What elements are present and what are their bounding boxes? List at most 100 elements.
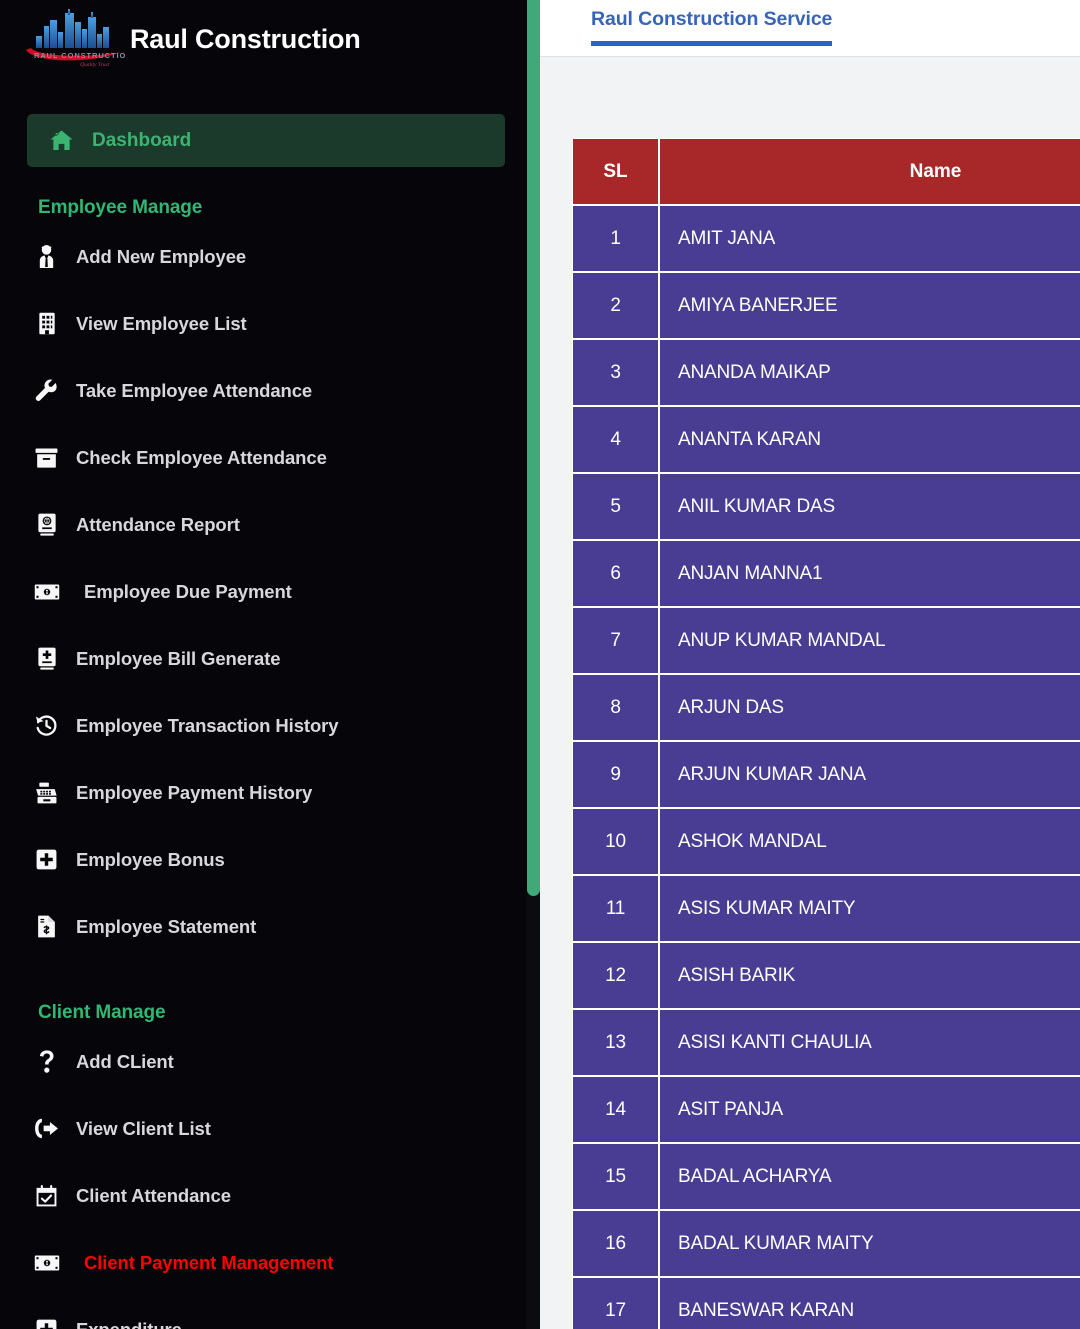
sidebar-item-employee-bill-generate[interactable]: Employee Bill Generate [0,625,527,692]
tab-bar: Raul Construction Service [540,0,1080,57]
sidebar-item-label: Employee Transaction History [76,715,338,737]
cell-sl: 4 [572,406,659,473]
app-root: RAUL CONSTRUCTION Quality Trust Raul Con… [0,0,1080,1329]
sidebar-nav: Dashboard Employee Manage Add New Employ… [0,114,527,1329]
building-icon [33,312,60,335]
cell-sl: 5 [572,473,659,540]
sidebar-item-view-employee-list[interactable]: View Employee List [0,290,527,357]
book-medical-icon [33,647,60,670]
tab-active-underline [591,41,832,46]
sidebar-item-check-employee-attendance[interactable]: Check Employee Attendance [0,424,527,491]
table-row[interactable]: 16BADAL KUMAR MAITY [572,1210,1080,1277]
user-tie-icon [33,245,60,268]
cell-sl: 11 [572,875,659,942]
sidebar-item-employee-statement[interactable]: Employee Statement [0,893,527,960]
table-head: SL Name [572,138,1080,205]
sidebar-item-attendance-report[interactable]: Attendance Report [0,491,527,558]
cell-name: ASIT PANJA [659,1076,1080,1143]
sidebar-scrollbar-thumb[interactable] [527,0,540,896]
cell-name: BADAL KUMAR MAITY [659,1210,1080,1277]
sidebar-item-expenditure[interactable]: Expenditure [0,1296,527,1329]
table-row[interactable]: 11ASIS KUMAR MAITY [572,875,1080,942]
sidebar-item-add-new-employee[interactable]: Add New Employee [0,223,527,290]
sidebar-item-label: Client Payment Management [84,1252,333,1274]
table-row[interactable]: 5ANIL KUMAR DAS [572,473,1080,540]
sidebar-item-view-client-list[interactable]: View Client List [0,1095,527,1162]
cell-name: ASISI KANTI CHAULIA [659,1009,1080,1076]
cell-sl: 17 [572,1277,659,1329]
sidebar-item-label: View Employee List [76,313,247,335]
money-bill-icon [33,584,60,600]
raul-construction-logo-icon: RAUL CONSTRUCTION Quality Trust [22,8,126,70]
sidebar-item-label: Take Employee Attendance [76,380,312,402]
svg-text:RAUL CONSTRUCTION: RAUL CONSTRUCTION [34,51,126,60]
cell-name: AMIYA BANERJEE [659,272,1080,339]
cell-name: ANANDA MAIKAP [659,339,1080,406]
clock-rotate-left-icon [33,714,60,737]
sidebar-item-label: Add New Employee [76,246,246,268]
tab-raul-construction-service[interactable]: Raul Construction Service [591,0,832,46]
sidebar-item-label: Check Employee Attendance [76,447,327,469]
cell-sl: 8 [572,674,659,741]
sidebar-item-label: Add CLient [76,1051,174,1073]
table-body: 1AMIT JANA2AMIYA BANERJEE3ANANDA MAIKAP4… [572,205,1080,1329]
question-mark-icon [33,1050,60,1073]
sidebar-item-label: Expenditure [76,1319,182,1329]
wrench-icon [33,379,60,402]
brand-header: RAUL CONSTRUCTION Quality Trust Raul Con… [0,0,527,72]
table-row[interactable]: 12ASISH BARIK [572,942,1080,1009]
table-row[interactable]: 9ARJUN KUMAR JANA [572,741,1080,808]
table-row[interactable]: 6ANJAN MANNA1 [572,540,1080,607]
table-row[interactable]: 3ANANDA MAIKAP [572,339,1080,406]
sidebar-item-take-employee-attendance[interactable]: Take Employee Attendance [0,357,527,424]
money-bill-icon [33,1255,60,1271]
table-row[interactable]: 1AMIT JANA [572,205,1080,272]
sidebar-item-label: Attendance Report [76,514,240,536]
content-area: SL Name 1AMIT JANA2AMIYA BANERJEE3ANANDA… [540,57,1080,1329]
table-row[interactable]: 4ANANTA KARAN [572,406,1080,473]
svg-text:Quality Trust: Quality Trust [80,62,110,68]
sidebar-item-employee-bonus[interactable]: Employee Bonus [0,826,527,893]
cell-name: ANIL KUMAR DAS [659,473,1080,540]
sidebar-item-label: Employee Statement [76,916,256,938]
sidebar-item-employee-transaction-history[interactable]: Employee Transaction History [0,692,527,759]
cell-sl: 9 [572,741,659,808]
table-row[interactable]: 8ARJUN DAS [572,674,1080,741]
cell-sl: 16 [572,1210,659,1277]
table-row[interactable]: 15BADAL ACHARYA [572,1143,1080,1210]
table-row[interactable]: 10ASHOK MANDAL [572,808,1080,875]
table-row[interactable]: 2AMIYA BANERJEE [572,272,1080,339]
cell-name: ASISH BARIK [659,942,1080,1009]
tab-label: Raul Construction Service [591,8,832,31]
sidebar-item-employee-payment-history[interactable]: Employee Payment History [0,759,527,826]
plus-square-icon [33,849,60,870]
cell-name: BANESWAR KARAN [659,1277,1080,1329]
cell-name: ASHOK MANDAL [659,808,1080,875]
sidebar-item-label: Employee Payment History [76,782,312,804]
table-row[interactable]: 7ANUP KUMAR MANDAL [572,607,1080,674]
column-header-name: Name [659,138,1080,205]
sidebar-item-dashboard[interactable]: Dashboard [27,114,505,167]
cell-sl: 13 [572,1009,659,1076]
table-row[interactable]: 13ASISI KANTI CHAULIA [572,1009,1080,1076]
cell-name: ASIS KUMAR MAITY [659,875,1080,942]
column-header-sl: SL [572,138,659,205]
passport-book-icon [33,513,60,536]
cell-name: ANUP KUMAR MANDAL [659,607,1080,674]
sidebar: RAUL CONSTRUCTION Quality Trust Raul Con… [0,0,527,1329]
cell-sl: 7 [572,607,659,674]
cash-register-icon [33,782,60,804]
table-header-row: SL Name [572,138,1080,205]
table-row[interactable]: 17BANESWAR KARAN [572,1277,1080,1329]
cell-name: ANANTA KARAN [659,406,1080,473]
sidebar-item-client-attendance[interactable]: Client Attendance [0,1162,527,1229]
main-content: Raul Construction Service SL Name 1AMIT … [540,0,1080,1329]
client-name-table: SL Name 1AMIT JANA2AMIYA BANERJEE3ANANDA… [572,138,1080,1329]
sidebar-item-add-client[interactable]: Add CLient [0,1028,527,1095]
sidebar-item-employee-due-payment[interactable]: Employee Due Payment [0,558,527,625]
cell-sl: 6 [572,540,659,607]
table-row[interactable]: 14ASIT PANJA [572,1076,1080,1143]
cell-name: ARJUN KUMAR JANA [659,741,1080,808]
sidebar-item-client-payment-management[interactable]: Client Payment Management [0,1229,527,1296]
cell-sl: 15 [572,1143,659,1210]
